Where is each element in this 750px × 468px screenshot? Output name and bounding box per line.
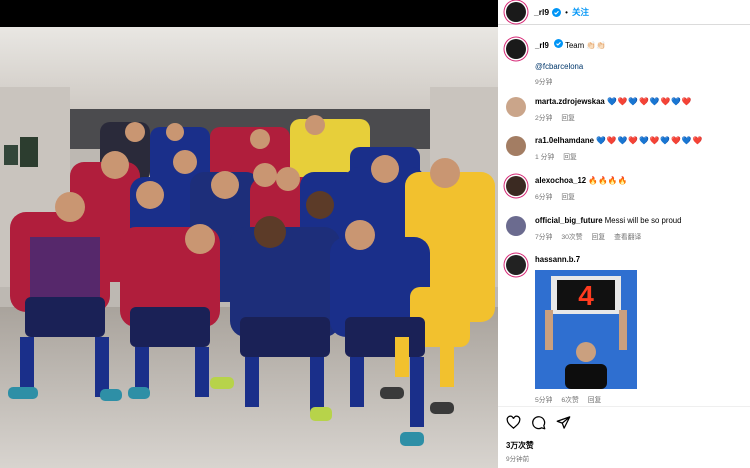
likes-count[interactable]: 30次赞 (561, 231, 582, 241)
board-number: 4 (578, 280, 594, 311)
caption-time: 9分钟 (535, 79, 553, 86)
comment-item: official_big_future Messi will be so pro… (506, 216, 744, 241)
commenter-avatar[interactable] (506, 97, 526, 117)
share-icon[interactable] (556, 415, 571, 430)
post-media (0, 0, 498, 468)
substitution-board-image: 4 (535, 270, 637, 389)
comment-username[interactable]: official_big_future (535, 216, 603, 225)
post-panel: _rl9 • 关注 _rl9 Team 👏🏻👏🏻 @fcbarcelona 9分… (498, 0, 750, 468)
comments-list[interactable]: _rl9 Team 👏🏻👏🏻 @fcbarcelona 9分钟 marta.zd… (498, 26, 750, 406)
separator-dot: • (565, 7, 568, 17)
team-photo (0, 27, 498, 468)
comment-text: 🔥🔥🔥🔥 (588, 176, 628, 185)
comment-item: marta.zdrojewskaa 💙❤️💙❤️💙❤️💙❤️ 2分钟 回复 (506, 97, 744, 122)
comment-time: 7分钟 (535, 234, 553, 241)
comment-item: alexochoa_12 🔥🔥🔥🔥 6分钟 回复 (506, 176, 744, 201)
commenter-avatar[interactable] (506, 255, 526, 275)
comment-text: Messi will be so proud (604, 216, 682, 225)
team-celebration-image (0, 27, 498, 468)
caption-username[interactable]: _rl9 (535, 41, 549, 50)
comment-item: ra1.0elhamdane 💙❤️💙❤️💙❤️💙❤️💙❤️ 1 分钟 回复 (506, 136, 744, 161)
post-timestamp: 9分钟前 (506, 456, 530, 463)
reply-button[interactable]: 回复 (561, 112, 575, 122)
comment-time: 2分钟 (535, 115, 553, 122)
likes-total[interactable]: 3万次赞 (506, 440, 534, 451)
heart-icon[interactable] (506, 415, 521, 430)
comment-time: 6分钟 (535, 194, 553, 201)
caption: _rl9 Team 👏🏻👏🏻 @fcbarcelona 9分钟 (506, 39, 744, 86)
caption-avatar[interactable] (506, 39, 526, 59)
follow-button[interactable]: 关注 (572, 6, 589, 18)
verified-badge-icon (554, 39, 564, 48)
comment-item: hassann.b.7 4 5分钟 6次赞 回复 (506, 255, 744, 404)
commenter-avatar[interactable] (506, 136, 526, 156)
author-username[interactable]: _rl9 (534, 7, 549, 17)
mention-link[interactable]: @fcbarcelona (535, 62, 744, 71)
reply-button[interactable]: 回复 (561, 191, 575, 201)
translate-button[interactable]: 查看翻译 (614, 231, 641, 241)
comment-username[interactable]: hassann.b.7 (535, 255, 580, 264)
comment-username[interactable]: alexochoa_12 (535, 176, 586, 185)
verified-badge-icon (552, 7, 562, 17)
post-header: _rl9 • 关注 (498, 0, 750, 25)
comment-time: 5分钟 (535, 397, 553, 404)
commenter-avatar[interactable] (506, 176, 526, 196)
commenter-avatar[interactable] (506, 216, 526, 236)
post-actions: 3万次赞 9分钟前 (498, 406, 750, 468)
reply-button[interactable]: 回复 (563, 151, 577, 161)
comment-image[interactable]: 4 (535, 270, 637, 389)
reply-button[interactable]: 回复 (592, 231, 606, 241)
reply-button[interactable]: 回复 (588, 394, 602, 404)
comment-icon[interactable] (531, 415, 546, 430)
author-avatar[interactable] (506, 2, 526, 22)
comment-username[interactable]: ra1.0elhamdane (535, 136, 594, 145)
comment-text: 💙❤️💙❤️💙❤️💙❤️ (606, 97, 693, 106)
comment-time: 1 分钟 (535, 154, 555, 161)
comment-username[interactable]: marta.zdrojewskaa (535, 97, 605, 106)
caption-text: Team 👏🏻👏🏻 (565, 41, 606, 50)
likes-count[interactable]: 6次赞 (561, 394, 578, 404)
comment-text: 💙❤️💙❤️💙❤️💙❤️💙❤️ (596, 136, 704, 145)
